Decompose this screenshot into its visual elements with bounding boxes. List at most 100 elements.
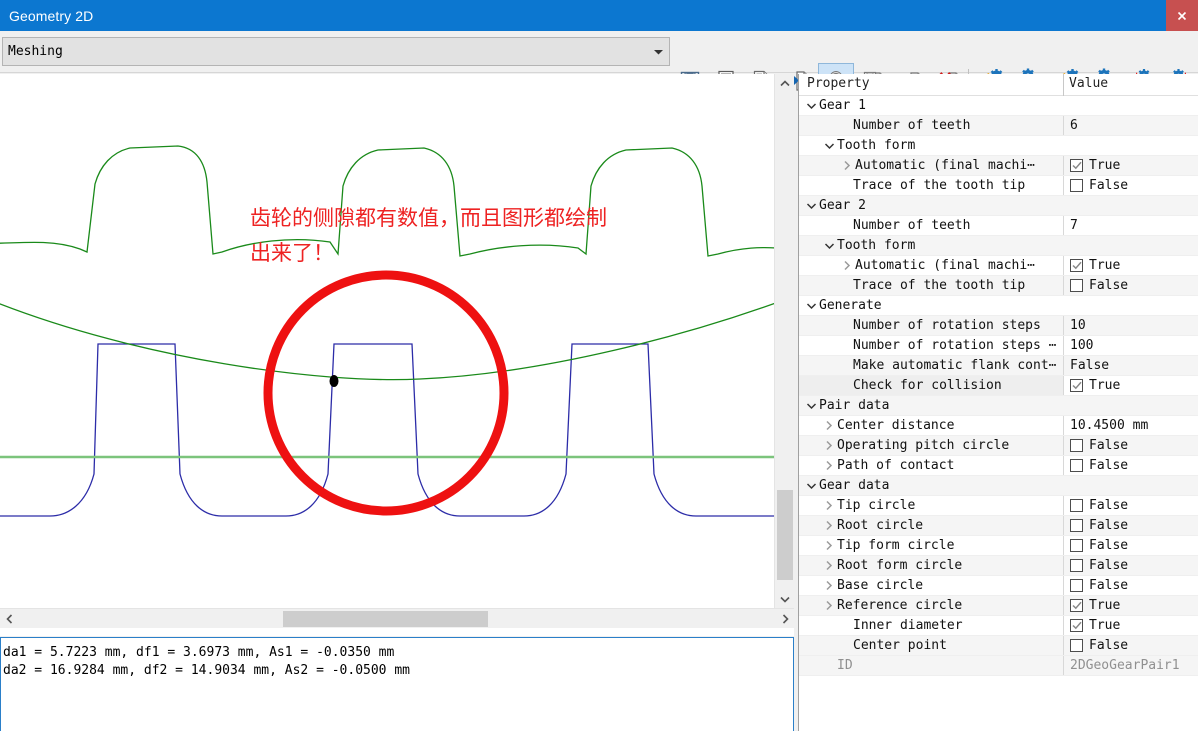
expand-toggle[interactable]	[839, 160, 855, 171]
expand-toggle[interactable]	[803, 402, 819, 410]
property-row-base-circle[interactable]: Base circle False	[799, 576, 1198, 596]
expand-toggle[interactable]	[821, 600, 837, 611]
value-checkbox[interactable]	[1070, 159, 1083, 172]
expand-toggle[interactable]	[839, 260, 855, 271]
property-row-id-row[interactable]: ID 2DGeoGearPair1	[799, 656, 1198, 676]
value-checkbox[interactable]	[1070, 439, 1083, 452]
expand-toggle[interactable]	[803, 102, 819, 110]
property-row-center-point[interactable]: Center point False	[799, 636, 1198, 656]
value-checkbox[interactable]	[1070, 559, 1083, 572]
close-button[interactable]	[1166, 0, 1198, 31]
property-row-center-distance[interactable]: Center distance 10.4500 mm	[799, 416, 1198, 436]
value-checkbox[interactable]	[1070, 279, 1083, 292]
value-checkbox[interactable]	[1070, 599, 1083, 612]
scroll-left-button[interactable]	[0, 609, 18, 629]
property-value-cell	[1063, 136, 1198, 155]
property-value-cell[interactable]: True	[1063, 376, 1198, 395]
property-row-gear2-automatic-final[interactable]: Automatic (final machi⋯ True	[799, 256, 1198, 276]
property-row-gear2-trace-tooth-tip[interactable]: Trace of the tooth tip False	[799, 276, 1198, 296]
expand-toggle[interactable]	[803, 302, 819, 310]
property-row-group-pair-data[interactable]: Pair data	[799, 396, 1198, 416]
expand-toggle[interactable]	[803, 482, 819, 490]
property-value-cell[interactable]: False	[1063, 516, 1198, 535]
expand-toggle[interactable]	[821, 540, 837, 551]
property-value-cell[interactable]: 6	[1063, 116, 1198, 135]
value-checkbox[interactable]	[1070, 499, 1083, 512]
property-value-cell[interactable]: False	[1063, 636, 1198, 655]
property-value-cell[interactable]: True	[1063, 156, 1198, 175]
value-checkbox[interactable]	[1070, 179, 1083, 192]
property-value-cell[interactable]: True	[1063, 616, 1198, 635]
property-value-cell[interactable]: False	[1063, 556, 1198, 575]
geometry-drawing-canvas[interactable]: 齿轮的侧隙都有数值，而且图形都绘制 出来了！	[0, 74, 794, 636]
expand-toggle[interactable]	[821, 440, 837, 451]
expand-toggle[interactable]	[821, 520, 837, 531]
expand-toggle[interactable]	[821, 580, 837, 591]
property-row-number-of-rotation-steps[interactable]: Number of rotation steps 10	[799, 316, 1198, 336]
property-label: Center distance	[837, 418, 955, 433]
expand-toggle[interactable]	[821, 242, 837, 250]
property-row-gear1-trace-tooth-tip[interactable]: Trace of the tooth tip False	[799, 176, 1198, 196]
property-row-gear1-number-of-teeth[interactable]: Number of teeth 6	[799, 116, 1198, 136]
property-name-cell: Tooth form	[799, 236, 1063, 255]
property-row-group-gear-1[interactable]: Gear 1	[799, 96, 1198, 116]
property-row-group-generate[interactable]: Generate	[799, 296, 1198, 316]
scroll-up-button[interactable]	[775, 74, 795, 92]
view-mode-combobox[interactable]: Meshing	[2, 37, 670, 66]
value-checkbox[interactable]	[1070, 379, 1083, 392]
property-row-gear2-tooth-form-group[interactable]: Tooth form	[799, 236, 1198, 256]
value-checkbox[interactable]	[1070, 579, 1083, 592]
property-value-text: 7	[1070, 218, 1078, 233]
property-row-make-automatic-flank-cont[interactable]: Make automatic flank cont⋯ False	[799, 356, 1198, 376]
property-row-group-gear-2[interactable]: Gear 2	[799, 196, 1198, 216]
value-checkbox[interactable]	[1070, 259, 1083, 272]
expand-toggle[interactable]	[821, 420, 837, 431]
property-row-root-circle[interactable]: Root circle False	[799, 516, 1198, 536]
value-checkbox[interactable]	[1070, 519, 1083, 532]
value-checkbox[interactable]	[1070, 639, 1083, 652]
vertical-scroll-thumb[interactable]	[777, 490, 793, 580]
property-value-cell[interactable]: False	[1063, 536, 1198, 555]
expand-toggle[interactable]	[803, 202, 819, 210]
scroll-right-button[interactable]	[776, 609, 794, 629]
value-checkbox[interactable]	[1070, 619, 1083, 632]
property-row-path-of-contact[interactable]: Path of contact False	[799, 456, 1198, 476]
canvas-vertical-scrollbar[interactable]	[774, 74, 794, 608]
property-value-cell[interactable]: False	[1063, 576, 1198, 595]
scroll-down-button[interactable]	[775, 590, 795, 608]
property-grid[interactable]: Property Value Gear 1 Number of teeth 6 Too…	[798, 74, 1198, 731]
property-value-cell[interactable]: True	[1063, 596, 1198, 615]
property-value-cell[interactable]: 10.4500 mm	[1063, 416, 1198, 435]
property-row-operating-pitch-circle[interactable]: Operating pitch circle False	[799, 436, 1198, 456]
property-row-number-of-rotation-steps-2[interactable]: Number of rotation steps ⋯ 100	[799, 336, 1198, 356]
property-row-group-gear-data[interactable]: Gear data	[799, 476, 1198, 496]
expand-toggle[interactable]	[821, 560, 837, 571]
value-checkbox[interactable]	[1070, 459, 1083, 472]
property-row-gear2-number-of-teeth[interactable]: Number of teeth 7	[799, 216, 1198, 236]
expand-toggle[interactable]	[821, 500, 837, 511]
property-row-root-form-circle[interactable]: Root form circle False	[799, 556, 1198, 576]
property-value-cell[interactable]: False	[1063, 436, 1198, 455]
property-row-check-for-collision[interactable]: Check for collision True	[799, 376, 1198, 396]
property-row-gear1-automatic-final[interactable]: Automatic (final machi⋯ True	[799, 156, 1198, 176]
property-row-tip-circle[interactable]: Tip circle False	[799, 496, 1198, 516]
property-value-cell[interactable]: False	[1063, 356, 1198, 375]
property-row-tip-form-circle[interactable]: Tip form circle False	[799, 536, 1198, 556]
expand-toggle[interactable]	[821, 460, 837, 471]
property-value-cell[interactable]: 100	[1063, 336, 1198, 355]
property-row-reference-circle[interactable]: Reference circle True	[799, 596, 1198, 616]
property-value-cell[interactable]: False	[1063, 496, 1198, 515]
value-checkbox[interactable]	[1070, 539, 1083, 552]
property-value-cell[interactable]: False	[1063, 176, 1198, 195]
property-value-cell[interactable]: 10	[1063, 316, 1198, 335]
expand-toggle[interactable]	[821, 142, 837, 150]
property-row-gear1-tooth-form-group[interactable]: Tooth form	[799, 136, 1198, 156]
property-label: Check for collision	[853, 378, 1002, 393]
property-row-inner-diameter[interactable]: Inner diameter True	[799, 616, 1198, 636]
property-value-cell[interactable]: 7	[1063, 216, 1198, 235]
property-value-cell[interactable]: False	[1063, 456, 1198, 475]
property-value-cell[interactable]: False	[1063, 276, 1198, 295]
canvas-horizontal-scrollbar[interactable]	[0, 608, 794, 628]
property-value-cell[interactable]: True	[1063, 256, 1198, 275]
horizontal-scroll-thumb[interactable]	[283, 611, 488, 627]
